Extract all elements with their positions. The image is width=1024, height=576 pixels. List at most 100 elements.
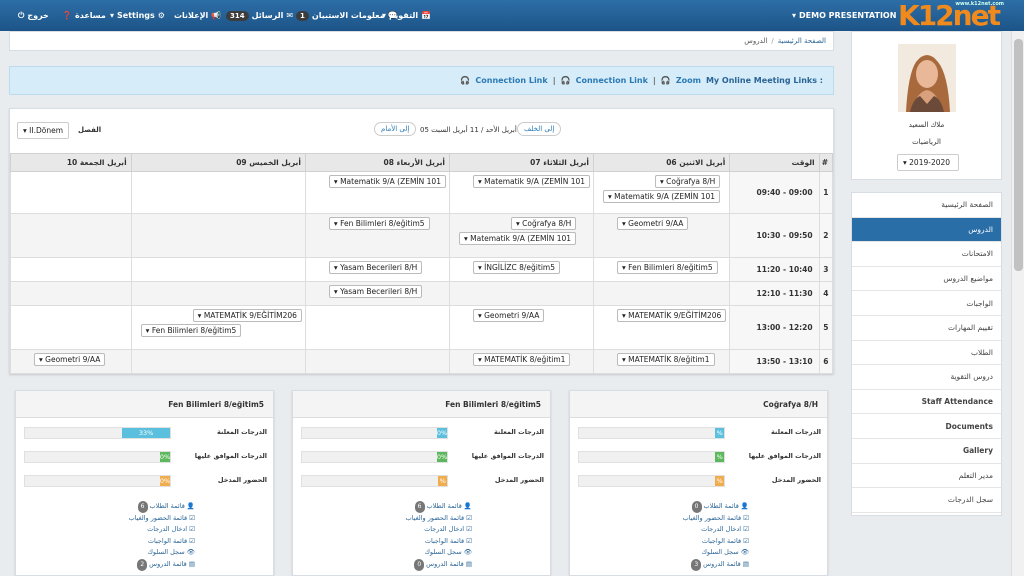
- column-header: الوقت: [729, 153, 820, 172]
- course-link[interactable]: سجل السلوك 👁: [129, 547, 195, 559]
- school-year-select[interactable]: ▾ 2019-2020: [897, 154, 959, 171]
- course-link[interactable]: 6 قائمة الطلاب 👤: [406, 501, 472, 513]
- schedule-row: ▾ Fen Bilimleri 8/eğitim5 ▾ Coğrafya 8/H ▾…: [10, 213, 834, 258]
- course-link[interactable]: سجل السلوك 👁: [683, 547, 749, 559]
- next-week-button[interactable]: إلى الأمام: [374, 122, 417, 136]
- lesson-dropdown[interactable]: ▾ MATEMATİK 9/EĞİTİM206: [617, 309, 727, 322]
- course-link[interactable]: سجل السلوك 👁: [406, 547, 472, 559]
- course-link[interactable]: قائمة الحضور والغياب ☑: [406, 513, 472, 525]
- menu-item[interactable]: الدروس: [852, 217, 1001, 243]
- scrollbar-thumb[interactable]: [1014, 39, 1023, 271]
- course-link[interactable]: 6 قائمة الطلاب 👤: [129, 501, 195, 513]
- lesson-label: Matematik 9/A (ZEMİN 101: [614, 192, 716, 201]
- menu-item[interactable]: مدير التعلم: [852, 464, 1001, 489]
- avatar[interactable]: [898, 44, 956, 112]
- course-link[interactable]: ادخال الدرجات ☑: [683, 524, 749, 536]
- zoom-link[interactable]: Zoom: [676, 76, 701, 85]
- lesson-dropdown[interactable]: ▾ Coğrafya 8/H: [655, 175, 721, 188]
- connection-link-2[interactable]: Connection Link: [475, 76, 547, 85]
- stat-row: % الحضور المدخل: [578, 475, 821, 487]
- course-link-label: ادخال الدرجات: [701, 525, 742, 534]
- course-link-label: قائمة الطلاب: [149, 502, 185, 510]
- lesson-dropdown[interactable]: ▾ MATEMATİK 8/eğitim1: [472, 353, 571, 366]
- prev-week-button[interactable]: إلى الخلف: [517, 122, 562, 136]
- course-link-label: سجل السلوك: [147, 548, 185, 557]
- menu-item-label: الامتحانات: [961, 249, 993, 259]
- period-number: 4: [818, 281, 834, 306]
- lesson-dropdown[interactable]: ▾ Coğrafya 8/H: [510, 217, 577, 230]
- course-link[interactable]: 3 قائمة الدروس ▤: [683, 558, 749, 571]
- menu-item[interactable]: تقييم المهارات: [852, 316, 1001, 341]
- course-link[interactable]: قائمة الواجبات ☑: [683, 536, 749, 548]
- connection-link-1[interactable]: Connection Link: [576, 76, 648, 85]
- progress-fill: 33%: [122, 428, 170, 438]
- menu-item[interactable]: الصفحة الرئيسية: [852, 193, 1001, 218]
- caret-down-icon: ▾: [110, 11, 115, 20]
- term-select[interactable]: ▾ II.Dönem: [17, 122, 70, 139]
- presentation-menu[interactable]: ▾ DEMO PRESENTATION: [792, 0, 896, 31]
- announcements-link[interactable]: الإعلانات 📢: [174, 0, 221, 31]
- lesson-dropdown[interactable]: ▾ İNGİLİZC 8/eğitim5: [472, 261, 560, 274]
- course-link[interactable]: 2 قائمة الدروس ▤: [129, 558, 195, 571]
- eye-icon: 👁: [184, 548, 195, 557]
- lesson-dropdown[interactable]: ▾ Fen Bilimleri 8/eğitim5: [140, 324, 242, 337]
- schedule-cell: ▾ Fen Bilimleri 8/eğitim5: [304, 213, 450, 258]
- menu-item[interactable]: الطلاب: [852, 341, 1001, 366]
- course-link[interactable]: ادخال الدرجات ☑: [129, 524, 195, 536]
- page-scrollbar[interactable]: [1011, 31, 1024, 576]
- menu-item[interactable]: الامتحانات: [852, 242, 1001, 267]
- breadcrumb-current: الدروس: [744, 37, 768, 45]
- menu-item[interactable]: Gallery: [852, 439, 1001, 464]
- lesson-dropdown[interactable]: ▾ Matematik 9/A (ZEMİN 101: [472, 175, 591, 188]
- messages-link[interactable]: 314 الرسائل ✉: [226, 0, 293, 31]
- course-link[interactable]: 0 قائمة الطلاب 👤: [683, 501, 749, 513]
- schedule-cell: [304, 305, 450, 350]
- lesson-dropdown[interactable]: ▾ MATEMATİK 8/eğitim1: [617, 353, 715, 366]
- time-slot: 13:00 - 12:20: [729, 305, 820, 350]
- lesson-label: MATEMATİK 9/EĞİTİM206: [628, 311, 722, 320]
- course-link[interactable]: قائمة الواجبات ☑: [129, 536, 195, 548]
- lesson-dropdown[interactable]: ▾ Matematik 9/A (ZEMİN 101: [458, 232, 577, 245]
- lesson-label: Geometri 9/AA: [484, 311, 540, 320]
- schedule-cell: [10, 171, 132, 214]
- course-link-label: قائمة الواجبات: [701, 536, 742, 545]
- course-card-title: Coğrafya 8/H: [570, 391, 827, 418]
- lesson-dropdown[interactable]: ▾ Yasam Becerileri 8/H: [328, 285, 423, 298]
- time-slot: 13:50 - 13:10: [729, 349, 820, 374]
- eye-icon: 👁: [461, 548, 472, 557]
- course-link[interactable]: ادخال الدرجات ☑: [406, 524, 472, 536]
- lesson-dropdown[interactable]: ▾ Fen Bilimleri 8/eğitim5: [328, 217, 430, 230]
- schedule-row: ▾ MATEMATİK 9/EĞİTİM206 ▾ Fen Bilimleri 8…: [10, 305, 834, 350]
- course-link[interactable]: قائمة الحضور والغياب ☑: [683, 513, 749, 525]
- k12net-logo[interactable]: K12net www.k12net.com: [898, 0, 1006, 32]
- check-square-icon: ☑: [464, 536, 472, 545]
- calendar-menu[interactable]: ▾ التقويم 📅: [382, 0, 431, 31]
- settings-menu[interactable]: ▾ Settings ⚙: [110, 0, 165, 31]
- check-square-icon: ☑: [187, 536, 195, 545]
- logout-link[interactable]: ⏻ خروج: [18, 0, 49, 31]
- lesson-label: Yasam Becerileri 8/H: [340, 287, 418, 296]
- course-link[interactable]: 0 قائمة الدروس ▤: [406, 558, 472, 571]
- lesson-dropdown[interactable]: ▾ Matematik 9/A (ZEMİN 101: [328, 175, 446, 188]
- menu-item[interactable]: الواجبات: [852, 291, 1001, 316]
- course-link[interactable]: قائمة الحضور والغياب ☑: [129, 513, 195, 525]
- lesson-dropdown[interactable]: ▾ Geometri 9/AA: [34, 353, 106, 366]
- lesson-dropdown[interactable]: ▾ Fen Bilimleri 8/eğitim5: [617, 261, 718, 274]
- count-badge: 6: [137, 501, 148, 513]
- menu-item[interactable]: Staff Attendance: [852, 390, 1001, 415]
- menu-item[interactable]: مواضيع الدروس: [852, 267, 1001, 292]
- lesson-dropdown[interactable]: ▾ Matematik 9/A (ZEMİN 101: [603, 190, 721, 203]
- menu-item[interactable]: Documents: [852, 414, 1001, 439]
- help-link[interactable]: ❓ مساعدة: [62, 0, 106, 31]
- breadcrumb-home[interactable]: الصفحة الرئيسية: [778, 37, 826, 45]
- lesson-dropdown[interactable]: ▾ MATEMATİK 9/EĞİTİM206: [192, 309, 302, 322]
- lesson-dropdown[interactable]: ▾ Geometri 9/AA: [472, 309, 545, 322]
- menu-item[interactable]: سجل الدرجات: [852, 488, 1001, 513]
- progress-fill: 0%: [436, 428, 448, 438]
- lesson-dropdown[interactable]: ▾ Yasam Becerileri 8/H: [328, 261, 423, 274]
- course-link[interactable]: قائمة الواجبات ☑: [406, 536, 472, 548]
- menu-item[interactable]: دروس التقوية: [852, 365, 1001, 390]
- stat-label: الدرجات الموافق عليها: [194, 452, 267, 460]
- lesson-dropdown[interactable]: ▾ Geometri 9/AA: [617, 217, 689, 230]
- menu-item-label: مدير التعلم: [958, 470, 993, 480]
